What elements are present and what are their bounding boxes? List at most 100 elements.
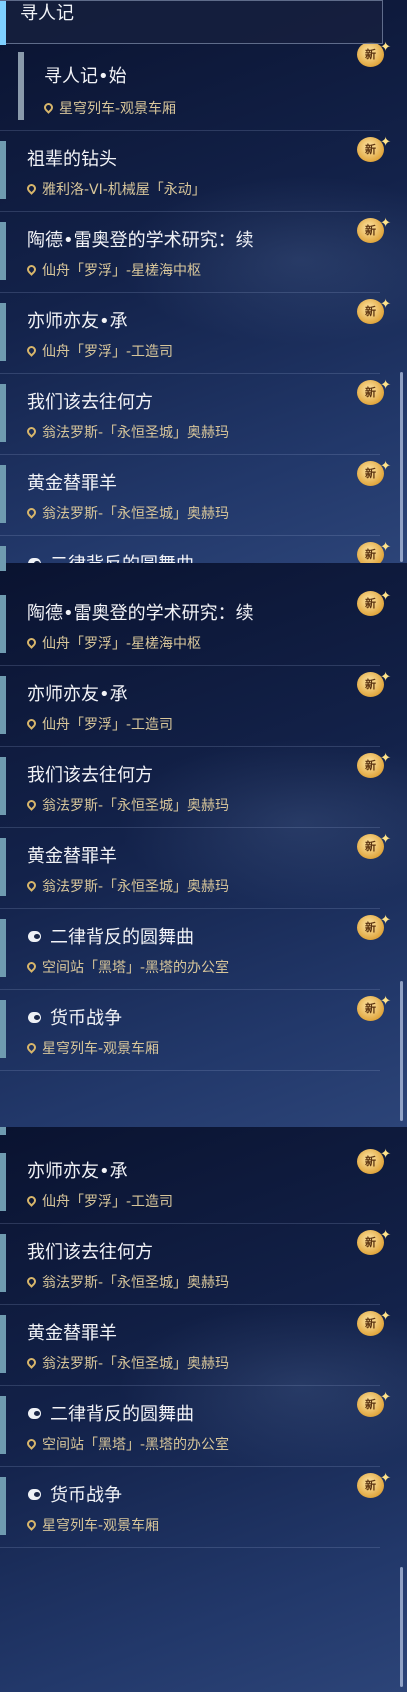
quest-location: 仙舟「罗浮」-星槎海中枢 xyxy=(25,260,201,280)
quest-title: 亦师亦友•承 xyxy=(27,684,128,705)
map-pin-icon xyxy=(25,1518,38,1531)
quest-item[interactable]: 黄金替罪羊 翁法罗斯-「永恒圣城」奥赫玛 新 xyxy=(0,827,391,909)
quest-title: 货币战争 xyxy=(27,1004,122,1030)
quest-list-panel-1: 寻人记 寻人记•始 星穹列车-观景车厢 新 祖辈的钻头 雅利洛-VI-机械屋「永… xyxy=(0,0,407,563)
quest-item[interactable]: 货币战争 星穹列车-观景车厢 新 xyxy=(0,1466,391,1548)
quest-bar xyxy=(0,1315,6,1373)
quest-location: 星穹列车-观景车厢 xyxy=(42,98,176,118)
quest-item[interactable]: 祖辈的钻头 雅利洛-VI-机械屋「永动」 新 xyxy=(0,130,391,212)
quest-item[interactable]: 黄金替罪羊 翁法罗斯-「永恒圣城」奥赫玛 新 xyxy=(0,1304,391,1386)
quest-item[interactable]: 我们该去往何方 翁法罗斯-「永恒圣城」奥赫玛 新 xyxy=(0,373,391,455)
scrollbar-thumb[interactable] xyxy=(400,1567,403,1687)
header-accent-bar xyxy=(0,1,6,45)
quest-location: 仙舟「罗浮」-工造司 xyxy=(25,714,173,734)
quest-bar xyxy=(0,546,6,563)
new-badge-icon: 新 xyxy=(357,292,391,324)
quest-title: 我们该去往何方 xyxy=(27,1242,153,1263)
quest-title: 二律背反的圆舞曲 xyxy=(27,1400,194,1426)
quest-title: 黄金替罪羊 xyxy=(27,1323,117,1344)
new-badge-icon: 新 xyxy=(357,35,391,67)
new-badge-icon: 新 xyxy=(357,665,391,697)
category-title: 寻人记 xyxy=(20,3,74,24)
map-pin-icon xyxy=(25,506,38,519)
quest-bar xyxy=(0,595,6,653)
scrollbar-thumb[interactable] xyxy=(400,372,403,562)
quest-item-first[interactable]: 寻人记•始 星穹列车-观景车厢 新 xyxy=(0,35,391,131)
quest-list-panel-3: 亦师亦友•承 仙舟「罗浮」-工造司 新 我们该去往何方 翁法罗斯-「永恒圣城」奥… xyxy=(0,1127,407,1692)
new-badge-icon: 新 xyxy=(357,535,391,563)
new-badge-icon: 新 xyxy=(357,746,391,778)
quest-location: 仙舟「罗浮」-工造司 xyxy=(25,341,173,361)
map-pin-icon xyxy=(25,1356,38,1369)
quest-item[interactable]: 亦师亦友•承 仙舟「罗浮」-工造司 新 xyxy=(0,1142,391,1224)
quest-location: 雅利洛-VI-机械屋「永动」 xyxy=(25,179,206,199)
quest-item[interactable]: 陶德•雷奥登的学术研究：续 仙舟「罗浮」-星槎海中枢 新 xyxy=(0,584,391,666)
quest-title: 寻人记•始 xyxy=(44,66,127,87)
quest-title: 我们该去往何方 xyxy=(27,392,153,413)
map-pin-icon xyxy=(25,636,38,649)
map-pin-icon xyxy=(25,182,38,195)
quest-item[interactable]: 黄金替罪羊 翁法罗斯-「永恒圣城」奥赫玛 新 xyxy=(0,454,391,536)
quest-item[interactable]: 我们该去往何方 翁法罗斯-「永恒圣城」奥赫玛 新 xyxy=(0,746,391,828)
quest-type-icon xyxy=(27,929,45,945)
quest-item[interactable]: 我们该去往何方 翁法罗斯-「永恒圣城」奥赫玛 新 xyxy=(0,1223,391,1305)
new-badge-icon: 新 xyxy=(357,454,391,486)
quest-item[interactable]: 二律背反的圆舞曲 空间站「黑塔」-黑塔的办公室 新 xyxy=(0,908,391,990)
map-pin-icon xyxy=(25,263,38,276)
quest-bar xyxy=(0,838,6,896)
quest-bar xyxy=(0,1477,6,1535)
map-pin-icon xyxy=(25,1275,38,1288)
quest-title: 亦师亦友•承 xyxy=(27,1161,128,1182)
quest-item[interactable]: 货币战争 星穹列车-观景车厢 新 xyxy=(0,989,391,1071)
quest-bar xyxy=(0,222,6,280)
quest-title: 黄金替罪羊 xyxy=(27,846,117,867)
new-badge-icon: 新 xyxy=(357,211,391,243)
quest-item[interactable]: 陶德•雷奥登的学术研究：续 仙舟「罗浮」-星槎海中枢 新 xyxy=(0,211,391,293)
category-header[interactable]: 寻人记 xyxy=(0,0,383,45)
new-badge-icon: 新 xyxy=(357,1142,391,1174)
quest-location: 翁法罗斯-「永恒圣城」奥赫玛 xyxy=(25,422,229,442)
quest-type-icon xyxy=(27,1487,45,1503)
new-badge-icon: 新 xyxy=(357,989,391,1021)
quest-title: 祖辈的钻头 xyxy=(27,149,117,170)
quest-list-panel-2: 陶德•雷奥登的学术研究：续 仙舟「罗浮」-星槎海中枢 新 亦师亦友•承 仙舟「罗… xyxy=(0,563,407,1127)
quest-item[interactable]: 亦师亦友•承 仙舟「罗浮」-工造司 新 xyxy=(0,665,391,747)
quest-location: 星穹列车-观景车厢 xyxy=(25,1038,159,1058)
quest-title: 陶德•雷奥登的学术研究：续 xyxy=(27,230,254,251)
map-pin-icon xyxy=(25,798,38,811)
map-pin-icon xyxy=(25,425,38,438)
map-pin-icon xyxy=(42,101,55,114)
quest-title: 我们该去往何方 xyxy=(27,765,153,786)
new-badge-icon: 新 xyxy=(357,827,391,859)
quest-type-icon xyxy=(27,556,45,563)
new-badge-icon: 新 xyxy=(357,1304,391,1336)
selection-bar xyxy=(18,52,24,120)
quest-title: 二律背反的圆舞曲 xyxy=(27,923,194,949)
partial-row xyxy=(0,563,380,585)
quest-item-partial[interactable]: 二律背反的圆舞曲 新 xyxy=(0,535,391,563)
quest-bar xyxy=(0,384,6,442)
quest-bar xyxy=(0,303,6,361)
map-pin-icon xyxy=(25,344,38,357)
quest-location: 空间站「黑塔」-黑塔的办公室 xyxy=(25,957,229,977)
quest-type-icon xyxy=(27,1010,45,1026)
new-badge-icon: 新 xyxy=(357,908,391,940)
quest-bar xyxy=(0,1153,6,1211)
map-pin-icon xyxy=(25,717,38,730)
quest-title: 黄金替罪羊 xyxy=(27,473,117,494)
quest-bar xyxy=(0,1000,6,1058)
quest-location: 仙舟「罗浮」-工造司 xyxy=(25,1191,173,1211)
new-badge-icon: 新 xyxy=(357,130,391,162)
quest-type-icon xyxy=(27,1406,45,1422)
new-badge-icon: 新 xyxy=(357,373,391,405)
quest-item[interactable]: 亦师亦友•承 仙舟「罗浮」-工造司 新 xyxy=(0,292,391,374)
quest-bar xyxy=(0,563,6,571)
quest-bar xyxy=(0,1396,6,1454)
quest-location: 翁法罗斯-「永恒圣城」奥赫玛 xyxy=(25,876,229,896)
quest-location: 翁法罗斯-「永恒圣城」奥赫玛 xyxy=(25,1272,229,1292)
scrollbar-thumb[interactable] xyxy=(400,981,403,1121)
quest-item[interactable]: 二律背反的圆舞曲 空间站「黑塔」-黑塔的办公室 新 xyxy=(0,1385,391,1467)
quest-bar xyxy=(0,757,6,815)
quest-location: 空间站「黑塔」-黑塔的办公室 xyxy=(25,1434,229,1454)
map-pin-icon xyxy=(25,1041,38,1054)
